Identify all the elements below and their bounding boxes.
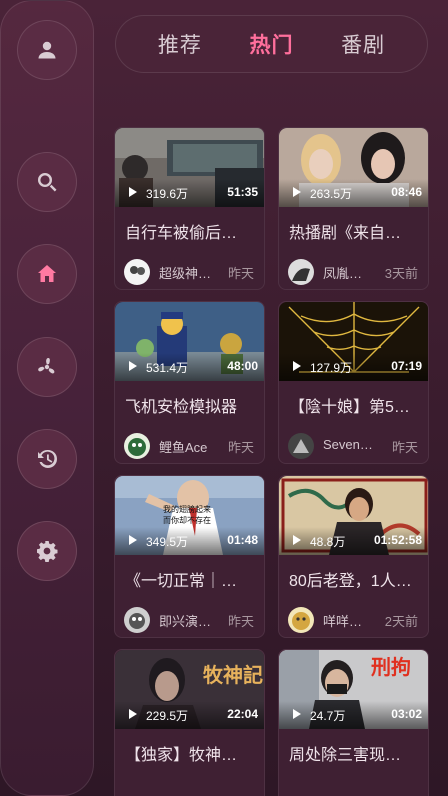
video-title: 【独家】牧神… <box>125 747 238 764</box>
view-count: 349.5万 <box>146 535 189 549</box>
history-icon <box>38 449 57 468</box>
play-icon <box>129 187 137 197</box>
author-name: 即兴演… <box>159 614 212 629</box>
video-card[interactable]: 127.9万 07:19 【陰十娘】第5… Seven… 昨天 <box>278 301 429 464</box>
video-stats: 24.7万 03:02 <box>279 707 428 723</box>
video-duration: 07:19 <box>391 359 422 373</box>
publish-time: 2天前 <box>384 614 418 629</box>
video-thumbnail: 263.5万 08:46 <box>279 128 428 207</box>
video-card[interactable]: 531.4万 48:00 飞机安检模拟器 鲤鱼Ace 昨天 <box>114 301 265 464</box>
view-count: 127.9万 <box>310 361 353 375</box>
video-thumbnail: 刑拘 24.7万 03:02 <box>279 650 428 729</box>
video-title: 《一切正常｜… <box>125 573 238 590</box>
video-title: 80后老登，1人… <box>289 573 412 590</box>
play-icon <box>129 361 137 371</box>
avatar <box>288 607 314 633</box>
video-stats: 263.5万 08:46 <box>279 185 428 201</box>
video-card[interactable]: 刑拘 24.7万 03:02 周处除三害现… <box>278 649 429 796</box>
view-count: 319.6万 <box>146 187 189 201</box>
video-stats: 531.4万 48:00 <box>115 359 264 375</box>
search-icon <box>38 173 57 192</box>
video-duration: 51:35 <box>227 185 258 199</box>
video-thumbnail: 牧神記 229.5万 22:04 <box>115 650 264 729</box>
publish-time: 昨天 <box>227 440 254 455</box>
avatar <box>124 607 150 633</box>
author-name: Seven… <box>323 437 373 452</box>
svg-text:牧神記: 牧神記 <box>203 663 263 687</box>
tab-anime[interactable]: 番剧 <box>341 29 385 59</box>
video-stats: 349.5万 01:48 <box>115 533 264 549</box>
user-icon <box>38 41 56 59</box>
settings-button[interactable] <box>17 521 77 581</box>
view-count: 263.5万 <box>310 187 353 201</box>
svg-text:我的翅膀起来: 我的翅膀起来 <box>163 504 211 514</box>
author-name: 凤胤… <box>323 266 363 281</box>
video-title: 自行车被偷后… <box>125 225 238 242</box>
play-icon <box>293 709 301 719</box>
history-button[interactable] <box>17 429 77 489</box>
publish-time: 昨天 <box>227 266 254 281</box>
video-card[interactable]: 263.5万 08:46 热播剧《来自… 凤胤… 3天前 <box>278 127 429 290</box>
video-duration: 22:04 <box>227 707 258 721</box>
play-icon <box>293 361 301 371</box>
video-card[interactable]: 319.6万 51:35 自行车被偷后… 超级神… 昨天 <box>114 127 265 290</box>
video-title: 周处除三害现… <box>289 747 402 764</box>
fan-icon <box>38 357 55 374</box>
play-icon <box>129 535 137 545</box>
video-title: 飞机安检模拟器 <box>125 399 238 416</box>
publish-time: 昨天 <box>391 440 418 455</box>
video-stats: 319.6万 51:35 <box>115 185 264 201</box>
play-icon <box>293 535 301 545</box>
tab-recommend[interactable]: 推荐 <box>158 29 202 59</box>
tab-popular[interactable]: 热门 <box>249 29 293 59</box>
video-stats: 48.8万 01:52:58 <box>279 533 428 549</box>
view-count: 24.7万 <box>310 709 346 723</box>
video-title: 热播剧《来自… <box>289 225 402 242</box>
trending-button[interactable] <box>17 337 77 397</box>
video-grid: 319.6万 51:35 自行车被偷后… 超级神… 昨天 263.5万 08:4… <box>114 127 429 796</box>
svg-text:而你却不存在: 而你却不存在 <box>163 515 211 525</box>
video-card[interactable]: 我的翅膀起来 而你却不存在 349.5万 01:48 《一切正常｜… 即兴演… … <box>114 475 265 638</box>
video-card[interactable]: 48.8万 01:52:58 80后老登，1人… 咩咩… 2天前 <box>278 475 429 638</box>
video-stats: 229.5万 22:04 <box>115 707 264 723</box>
video-thumbnail: 531.4万 48:00 <box>115 302 264 381</box>
play-icon <box>129 709 137 719</box>
author-name: 超级神… <box>159 266 212 281</box>
video-duration: 08:46 <box>391 185 422 199</box>
view-count: 48.8万 <box>310 535 346 549</box>
video-thumbnail: 127.9万 07:19 <box>279 302 428 381</box>
avatar <box>124 433 150 459</box>
author-name: 咩咩… <box>323 614 363 629</box>
home-icon <box>38 265 56 282</box>
video-thumbnail: 我的翅膀起来 而你却不存在 349.5万 01:48 <box>115 476 264 555</box>
video-duration: 01:48 <box>227 533 258 547</box>
video-title: 【陰十娘】第5… <box>289 399 410 416</box>
publish-time: 昨天 <box>227 614 254 629</box>
avatar <box>288 259 314 285</box>
video-stats: 127.9万 07:19 <box>279 359 428 375</box>
video-duration: 48:00 <box>227 359 258 373</box>
avatar <box>288 433 314 459</box>
video-duration: 01:52:58 <box>373 533 422 547</box>
search-button[interactable] <box>17 152 77 212</box>
sidebar <box>0 0 94 796</box>
view-count: 229.5万 <box>146 709 189 723</box>
view-count: 531.4万 <box>146 361 189 375</box>
category-tabs: 推荐 热门 番剧 <box>115 15 428 73</box>
publish-time: 3天前 <box>384 266 418 281</box>
gear-icon <box>37 541 58 562</box>
home-button[interactable] <box>17 244 77 304</box>
video-card[interactable]: 牧神記 229.5万 22:04 【独家】牧神… <box>114 649 265 796</box>
author-name: 鲤鱼Ace <box>159 440 208 455</box>
avatar <box>124 259 150 285</box>
play-icon <box>293 187 301 197</box>
video-thumbnail: 319.6万 51:35 <box>115 128 264 207</box>
profile-button[interactable] <box>17 20 77 80</box>
video-thumbnail: 48.8万 01:52:58 <box>279 476 428 555</box>
svg-text:刑拘: 刑拘 <box>371 655 411 679</box>
video-duration: 03:02 <box>391 707 422 721</box>
